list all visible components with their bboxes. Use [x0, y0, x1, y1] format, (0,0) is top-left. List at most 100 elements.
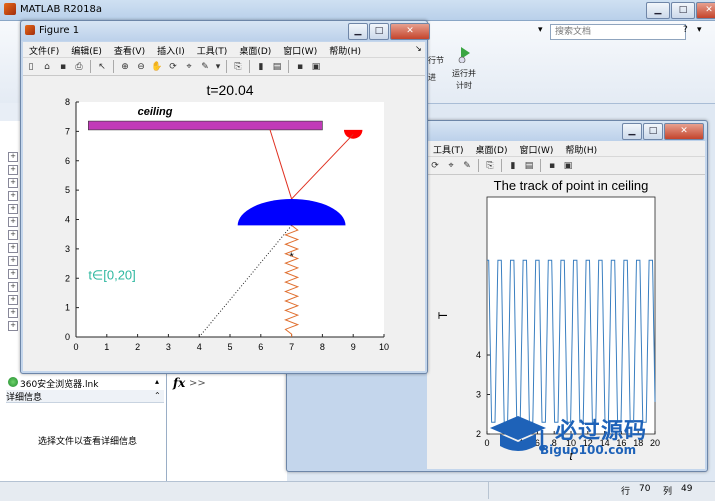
y-tick-label: 5 [65, 185, 70, 195]
figure1-window: Figure 1 ▁ □ ✕ 文件(F) 编辑(E) 查看(V) 插入(I) 工… [20, 20, 430, 374]
brush-icon[interactable]: ✎ [461, 160, 473, 172]
search-documentation-input[interactable]: 搜索文档 [550, 24, 686, 40]
toolbar-separator [249, 60, 250, 73]
toolbar-separator [501, 159, 502, 172]
tree-expand-icon[interactable]: + [8, 308, 18, 318]
tree-expand-icon[interactable]: + [8, 152, 18, 162]
figure1-menubar: 文件(F) 编辑(E) 查看(V) 插入(I) 工具(T) 桌面(D) 窗口(W… [23, 42, 425, 58]
legend-icon[interactable]: ▤ [523, 160, 535, 172]
tree-expand-icon[interactable]: + [8, 269, 18, 279]
new-figure-icon[interactable]: ▯ [25, 61, 37, 73]
figure2-menu-desktop[interactable]: 桌面(D) [470, 141, 514, 156]
menu-edit[interactable]: 编辑(E) [65, 42, 108, 57]
print-icon[interactable]: ⎙ [73, 61, 85, 73]
minimize-button[interactable]: ▁ [646, 2, 670, 19]
ceiling-label: ceiling [138, 106, 173, 118]
ribbon-options-icon[interactable]: ▾ [697, 25, 702, 35]
figure1-minimize-button[interactable]: ▁ [348, 23, 368, 40]
figure1-maximize-button[interactable]: □ [369, 23, 389, 40]
brush-icon[interactable]: ✎ [199, 61, 211, 73]
link-plot-icon[interactable]: ⎘ [484, 160, 496, 172]
maximize-button[interactable]: □ [671, 2, 695, 19]
x-tick-label: 20 [650, 438, 660, 448]
menu-file[interactable]: 文件(F) [23, 42, 65, 57]
help-icon[interactable]: ? [683, 25, 688, 35]
details-placeholder-text: 选择文件以查看详细信息 [38, 437, 138, 447]
tree-expand-icon[interactable]: + [8, 165, 18, 175]
y-tick-label: 8 [65, 97, 70, 107]
details-collapse-icon[interactable]: ⌃ [154, 391, 161, 400]
main-window-controls: ▁ □ ✕ [645, 2, 715, 19]
figure2-menu-help[interactable]: 帮助(H) [559, 141, 603, 156]
run-and-time-label-1[interactable]: 运行并 [452, 68, 476, 79]
browser-shortcut-icon [8, 377, 18, 387]
menu-insert[interactable]: 插入(I) [151, 42, 191, 57]
save-icon[interactable]: ▪ [57, 61, 69, 73]
figure2-close-button[interactable]: ✕ [664, 123, 704, 140]
tree-expand-icon[interactable]: + [8, 204, 18, 214]
y-axis-label: T [436, 311, 450, 319]
rotate-icon[interactable]: ⟳ [167, 61, 179, 73]
toolbar-separator [113, 60, 114, 73]
run-and-time-label-2[interactable]: 计时 [456, 80, 472, 91]
star-marker: * [289, 251, 294, 263]
search-dropdown-icon[interactable]: ▾ [538, 25, 543, 35]
colorbar-icon[interactable]: ▮ [507, 160, 519, 172]
details-panel-header[interactable]: 详细信息 [6, 390, 164, 403]
y-tick-label: 2 [65, 273, 70, 283]
hide-plot-tools-icon[interactable]: ▪ [294, 61, 306, 73]
rotate-icon[interactable]: ⟳ [429, 160, 441, 172]
brush-dropdown-icon[interactable]: ▾ [215, 61, 221, 73]
fx-icon[interactable]: fx [173, 376, 185, 390]
figure2-menu-tools[interactable]: 工具(T) [427, 141, 470, 156]
watermark-cn: 必过源码 [555, 419, 648, 444]
tree-expand-icon[interactable]: + [8, 191, 18, 201]
datacursor-icon[interactable]: ⌖ [445, 160, 457, 172]
show-plot-tools-icon[interactable]: ▣ [310, 61, 322, 73]
show-plot-tools-icon[interactable]: ▣ [562, 160, 574, 172]
figure2-menu-window[interactable]: 窗口(W) [513, 141, 559, 156]
time-interval-label: t∈[0,20] [88, 268, 135, 283]
panel-nav-strip [0, 103, 20, 121]
menu-tools[interactable]: 工具(T) [191, 42, 234, 57]
menu-window[interactable]: 窗口(W) [277, 42, 323, 57]
tree-expand-icon[interactable]: + [8, 243, 18, 253]
datacursor-icon[interactable]: ⌖ [183, 61, 195, 73]
x-tick-label: 0 [73, 342, 78, 352]
animation-chart[interactable]: t=20.04 0 1 2 3 4 5 6 7 8 9 10 0 1 2 3 4 5 6 7 8 ceiling * t∈[0… [23, 76, 425, 371]
toolbar-separator [226, 60, 227, 73]
ribbon-advance-label[interactable]: 进 [428, 72, 436, 83]
open-file-icon[interactable]: ⌂ [41, 61, 53, 73]
menu-desktop[interactable]: 桌面(D) [233, 42, 277, 57]
zoom-out-icon[interactable]: ⊖ [135, 61, 147, 73]
tree-expand-icon[interactable]: + [8, 282, 18, 292]
link-plot-icon[interactable]: ⎘ [232, 61, 244, 73]
legend-icon[interactable]: ▤ [271, 61, 283, 73]
tree-expand-icon[interactable]: + [8, 321, 18, 331]
figure2-minimize-button[interactable]: ▁ [622, 123, 642, 140]
tree-expand-icon[interactable]: + [8, 295, 18, 305]
x-tick-label: 8 [320, 342, 325, 352]
tree-expand-icon[interactable]: + [8, 230, 18, 240]
menu-help[interactable]: 帮助(H) [323, 42, 367, 57]
figure2-maximize-button[interactable]: □ [643, 123, 663, 140]
ribbon-run-section-label[interactable]: 行节 [428, 55, 444, 66]
pan-icon[interactable]: ✋ [151, 61, 163, 73]
close-button[interactable]: ✕ [696, 2, 715, 19]
file-list-item[interactable]: 360安全浏览器.lnk [20, 377, 98, 390]
edit-plot-icon[interactable]: ↖ [96, 61, 108, 73]
figure1-canvas: t=20.04 0 1 2 3 4 5 6 7 8 9 10 0 1 2 3 4 5 6 7 8 ceiling * t∈[0… [23, 76, 425, 371]
figure1-close-button[interactable]: ✕ [390, 23, 430, 40]
tree-expand-icon[interactable]: + [8, 217, 18, 227]
y-tick-label: 3 [65, 244, 70, 254]
dock-arrow-icon[interactable]: ↘ [415, 44, 422, 53]
figure2-toolbar: ⟳ ⌖ ✎ ⎘ ▮ ▤ ▪ ▣ [427, 157, 705, 175]
colorbar-icon[interactable]: ▮ [255, 61, 267, 73]
menu-view[interactable]: 查看(V) [108, 42, 151, 57]
run-and-time-icon[interactable] [458, 45, 472, 64]
tree-expand-icon[interactable]: + [8, 178, 18, 188]
scroll-up-icon[interactable]: ▴ [155, 377, 159, 386]
tree-expand-icon[interactable]: + [8, 256, 18, 266]
hide-plot-tools-icon[interactable]: ▪ [546, 160, 558, 172]
zoom-in-icon[interactable]: ⊕ [119, 61, 131, 73]
